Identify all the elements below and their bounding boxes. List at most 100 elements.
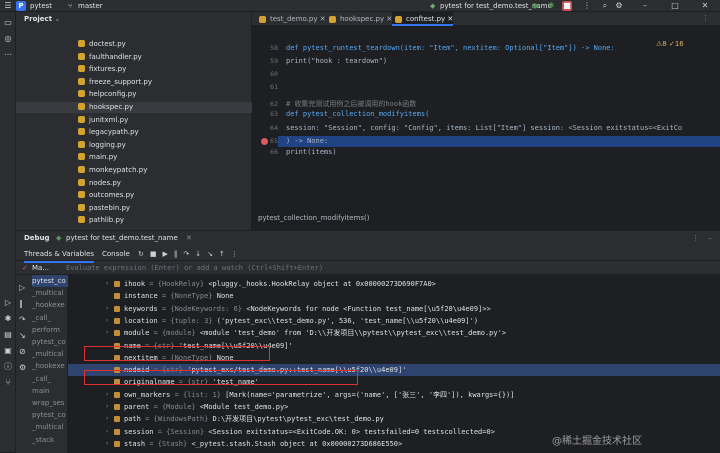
variable-row[interactable]: › parent = {Module} <Module test_demo.py> (68, 401, 720, 413)
code-line[interactable]: print(items) (286, 147, 337, 158)
chevron-right-icon[interactable]: › (106, 315, 108, 327)
variable-row[interactable]: › location = {tuple: 3} ('pytest_exc\\tes… (68, 315, 720, 327)
tabs-more-icon[interactable]: ⋮ (702, 14, 709, 22)
code-line[interactable]: session: "Session", config: "Config", it… (286, 123, 682, 134)
project-file-item[interactable]: fixtures.py (78, 64, 126, 75)
debug-session-tab[interactable]: pytest for test_demo.test_name (66, 231, 178, 245)
project-file-item[interactable]: helpconfig.py (78, 89, 136, 100)
chevron-right-icon[interactable]: › (106, 401, 108, 413)
git-icon[interactable]: ⑂ (3, 378, 13, 388)
tab-conftest[interactable]: conftest.py ✕ (392, 12, 454, 26)
eval-input[interactable]: Evaluate expression (Enter) or add a wat… (66, 264, 323, 272)
stack-frame[interactable]: _stack (32, 434, 68, 446)
variable-row[interactable]: › keywords = {NodeKeywords: 6} <NodeKeywo… (68, 303, 720, 315)
stack-frame[interactable]: main (32, 385, 68, 397)
minimize-icon[interactable]: – (640, 1, 650, 11)
project-file-item[interactable]: pathlib.py (78, 215, 124, 226)
stack-frame[interactable]: pytest_co (32, 336, 68, 348)
python-file-icon: ◆ (56, 234, 62, 242)
project-file-item[interactable]: monkeypatch.py (78, 165, 147, 176)
python-console-icon[interactable]: ▤ (3, 330, 13, 340)
close-icon[interactable]: ✕ (700, 1, 710, 11)
project-panel-title[interactable]: Project (24, 15, 52, 23)
chevron-right-icon[interactable]: › (106, 389, 108, 401)
debug-toolbar-icons[interactable]: ↻■▶‖↷↓↘↑⋮ (138, 247, 244, 261)
variable-row[interactable]: instance = {NoneType} None (68, 290, 720, 302)
chevron-right-icon[interactable]: › (106, 438, 108, 450)
stack-frame[interactable]: pytest_co (32, 409, 68, 421)
settings-icon[interactable]: ⚙ (614, 1, 624, 11)
structure-tool-icon[interactable]: ⋯ (3, 50, 13, 60)
project-file-item[interactable]: legacypath.py (78, 127, 139, 138)
branch-name[interactable]: master (78, 1, 103, 11)
settings-icon[interactable]: ⚙ (19, 363, 26, 372)
project-file-item[interactable]: nodes.py (78, 178, 121, 189)
chevron-down-icon[interactable]: ⌄ (54, 15, 60, 23)
stack-frame[interactable]: _multical (32, 421, 68, 433)
chevron-right-icon[interactable]: › (106, 327, 108, 339)
code-line[interactable]: def pytest_runtest_teardown(item: "Item"… (286, 43, 615, 54)
stack-frame[interactable]: _hookexe (32, 299, 68, 311)
project-file-item[interactable]: faulthandler.py (78, 52, 142, 63)
variable-row[interactable]: › own_markers = {list: 1} [Mark(name='par… (68, 389, 720, 401)
chevron-right-icon[interactable]: › (106, 426, 108, 438)
run-tool-icon[interactable]: ▷ (3, 298, 13, 308)
chevron-right-icon[interactable]: › (106, 413, 108, 425)
step-into-icon[interactable]: ↘ (19, 331, 26, 340)
code-line[interactable]: print("hook : teardown") (286, 56, 387, 67)
debug-tool-icon[interactable]: ✱ (3, 314, 13, 324)
project-file-item[interactable]: main.py (78, 152, 117, 163)
resume-icon[interactable]: ▷ (19, 283, 25, 292)
variable-row[interactable]: › ihook = {HookRelay} <pluggy._hooks.Hook… (68, 278, 720, 290)
mute-icon[interactable]: ⊘ (19, 347, 26, 356)
search-icon[interactable]: ⌕ (600, 1, 610, 11)
stack-frame[interactable]: wrap_ses (32, 397, 68, 409)
main-menu-icon[interactable]: ☰ (3, 1, 13, 11)
more-icon[interactable]: ⋮ (692, 231, 699, 245)
variable-row[interactable]: › module = {module} <module 'test_demo' f… (68, 327, 720, 339)
breadcrumb[interactable]: pytest_collection_modifyitems() (258, 214, 370, 222)
run-icon[interactable]: ▶ (532, 1, 542, 11)
chevron-right-icon[interactable]: › (106, 278, 108, 290)
stack-frame[interactable]: _hookexe (32, 360, 68, 372)
line-number: 58 (270, 44, 278, 52)
chevron-right-icon[interactable]: › (106, 303, 108, 315)
project-name[interactable]: pytest (30, 1, 52, 11)
code-line[interactable]: ) -> None: (286, 136, 328, 147)
close-icon[interactable]: ✕ (186, 231, 192, 245)
tab-console[interactable]: Console (102, 247, 130, 261)
maximize-icon[interactable]: □ (670, 1, 680, 11)
stack-frame[interactable]: perform (32, 324, 68, 336)
stack-frame[interactable]: _call_ (32, 373, 68, 385)
branch-icon: ⑂ (68, 2, 73, 10)
more-icon[interactable]: ⋮ (582, 1, 592, 11)
project-file-item[interactable]: doctest.py (78, 39, 126, 50)
project-file-item[interactable]: outcomes.py (78, 190, 134, 201)
step-over-icon[interactable]: ↷ (19, 315, 26, 324)
terminal-icon[interactable]: ▣ (3, 346, 13, 356)
variable-row[interactable]: › path = {WindowsPath} D:\开发项目\pytest\pyt… (68, 413, 720, 425)
project-file-item[interactable]: logging.py (78, 140, 126, 151)
project-file-item[interactable]: hookspec.py (78, 102, 133, 113)
hide-icon[interactable]: – (708, 231, 712, 245)
pause-icon[interactable]: ‖ (19, 299, 23, 308)
stack-frame[interactable]: pytest_co (32, 275, 68, 287)
project-file-item[interactable]: freeze_support.py (78, 77, 152, 88)
project-file-item[interactable]: pastebin.py (78, 203, 130, 214)
stop-icon[interactable]: ■ (562, 1, 572, 11)
project-file-item[interactable]: junitxml.py (78, 115, 128, 126)
inspections-widget[interactable]: ⚠8 ✓16 (656, 40, 684, 48)
stack-frame[interactable]: _call_ (32, 312, 68, 324)
code-line[interactable]: def pytest_collection_modifyitems( (286, 109, 429, 120)
stack-frame[interactable]: _multical (32, 287, 68, 299)
stack-frame[interactable]: _multical (32, 348, 68, 360)
file-name: monkeypatch.py (89, 166, 148, 174)
tab-test-demo[interactable]: test_demo.py ✕ (256, 12, 326, 26)
frame-select[interactable]: Ma... (32, 264, 49, 272)
project-tool-icon[interactable]: ▭ (3, 18, 13, 28)
problems-icon[interactable]: ⓘ (3, 362, 13, 372)
debug-icon[interactable]: ✱ (546, 1, 556, 11)
commit-tool-icon[interactable]: ◎ (3, 34, 13, 44)
tab-threads-variables[interactable]: Threads & Variables (24, 247, 95, 263)
tab-hookspec[interactable]: hookspec.py ✕ (326, 12, 392, 26)
